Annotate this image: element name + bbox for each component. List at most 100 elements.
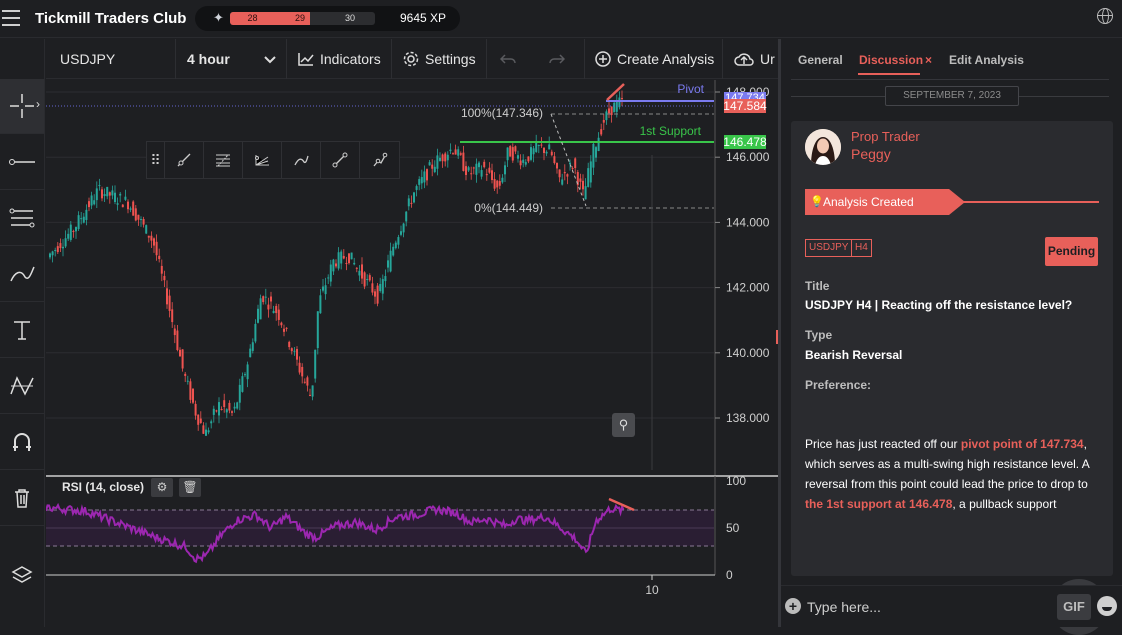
fib-100-annotation: 100%(147.346) [461,106,543,120]
globe-icon[interactable] [1097,8,1113,24]
candle-body [101,189,103,199]
candle-body [179,349,181,357]
candle-body [485,174,488,176]
candle-body [337,252,340,269]
candle-body [522,159,525,163]
message-input[interactable] [807,595,1047,619]
tab-close-icon[interactable]: × [925,53,932,67]
pivot-highlight: pivot point of 147.734 [960,437,1084,451]
indicators-button[interactable]: Indicators [287,39,392,79]
rsi-delete-button[interactable]: 🗑 [179,478,201,497]
xp-progress-bar: 28 29 30 [230,12,375,25]
layers-tool[interactable] [0,547,44,602]
candle-body [251,342,254,351]
candle-body [329,264,332,282]
candle-body [236,402,239,409]
magnet-tool[interactable] [0,415,44,470]
plus-icon[interactable]: + [785,598,801,614]
tab-general[interactable]: General [798,53,843,67]
delete-tool[interactable] [0,471,44,526]
status-text: Analysis Created [823,195,914,209]
settings-button[interactable]: Settings [392,39,487,79]
gear-icon [403,51,419,67]
symbol-selector[interactable]: USDJPY [46,39,176,79]
draw-path-button[interactable] [360,142,399,178]
date-divider: SEPTEMBER 7, 2023 [885,86,1019,106]
upload-button[interactable]: Ur [723,39,779,79]
draw-brush-button[interactable] [282,142,321,178]
rsi-settings-button[interactable]: ⚙ [151,478,173,497]
candle-body [163,275,166,281]
draw-fib-fan-button[interactable] [243,142,282,178]
candle-body [259,298,262,320]
menu-icon[interactable] [2,10,20,26]
panel-tabs: General Discussion × Edit Analysis [791,39,1109,80]
brush-tool[interactable] [0,247,44,302]
candle-body [452,153,454,155]
gif-button[interactable]: GIF [1057,594,1091,620]
candle-body [483,161,486,168]
pattern-tool[interactable] [0,359,44,414]
timeframe-select[interactable]: 4 hour [176,39,287,79]
undo-button[interactable] [487,39,535,79]
candle-body [106,186,109,197]
chevron-right-icon: › [36,97,40,111]
lightbulb-icon[interactable]: ⚲ [612,413,635,437]
candle-body [374,291,376,297]
emoji-icon[interactable] [1097,596,1117,616]
candle-body [202,425,205,434]
tab-discussion[interactable]: Discussion [859,53,923,67]
candle-body [189,381,192,400]
settings-label: Settings [425,51,476,67]
candle-body [511,147,514,161]
candle-body [355,267,358,269]
drag-handle-icon[interactable]: ⠿ [147,142,165,178]
tab-edit-analysis[interactable]: Edit Analysis [949,53,1024,67]
draw-fib-button[interactable] [204,142,243,178]
candle-body [319,295,322,314]
candle-body [394,242,397,249]
candle-body [600,129,603,135]
candle-body [114,192,116,202]
candle-body [517,155,519,159]
avatar[interactable] [805,129,841,165]
candle-body [186,380,189,382]
crosshair-tool[interactable]: › [0,79,44,134]
candle-body [254,323,257,342]
candle-body [579,178,582,182]
chart-line-icon [298,53,314,66]
horizontal-ray-tool[interactable] [0,135,44,190]
time-axis-label: 10 [645,583,659,597]
text-icon [14,321,30,340]
drawing-tools-sidebar: › [0,39,45,627]
draw-ray-button[interactable] [165,142,204,178]
candle-body [238,384,241,403]
candle-body [184,373,187,376]
candle-body [561,179,564,185]
candle-body [62,246,64,249]
candle-body [558,169,561,178]
candle-body [431,164,434,169]
candle-body [420,177,423,184]
candle-body [244,374,246,376]
candle-body [116,203,119,205]
message-composer: + GIF [781,585,1122,627]
divider-line [791,96,885,97]
candle-body [342,255,345,259]
redo-button[interactable] [535,39,585,79]
horizontal-ray-icon [9,159,35,165]
draw-trendline-button[interactable] [321,142,360,178]
candle-body [231,411,233,413]
text-tool[interactable] [0,303,44,358]
support-annotation: 1st Support [640,124,702,138]
channel-tool[interactable] [0,191,44,246]
candle-body [441,154,444,162]
candle-body [571,168,574,170]
chevron-down-icon [264,56,276,64]
create-analysis-button[interactable]: Create Analysis [585,39,723,79]
candle-body [553,156,556,164]
author-name[interactable]: Peggy [851,146,891,162]
price-tick-label: 140.000 [726,346,770,360]
candle-body [267,304,270,310]
candle-body [111,190,114,196]
